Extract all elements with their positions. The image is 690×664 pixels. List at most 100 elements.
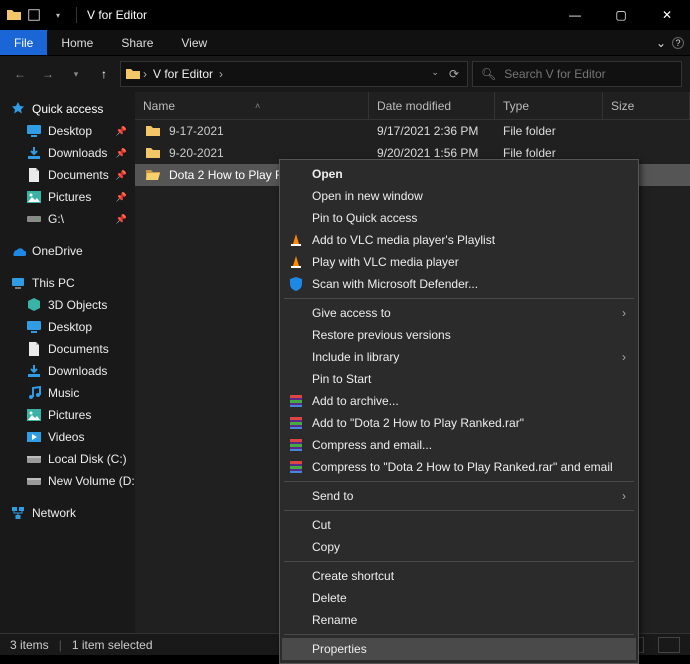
sidebar-network[interactable]: Network bbox=[0, 502, 135, 524]
forward-button[interactable]: → bbox=[36, 62, 60, 86]
context-menu-item[interactable]: Cut bbox=[282, 514, 636, 536]
rar-icon bbox=[288, 437, 304, 453]
search-input[interactable] bbox=[504, 67, 673, 81]
sidebar-item-label: Music bbox=[48, 386, 79, 400]
desktop-icon bbox=[26, 123, 42, 139]
context-menu-item[interactable]: Properties bbox=[282, 638, 636, 660]
column-type[interactable]: Type bbox=[495, 92, 603, 119]
column-modified[interactable]: Date modified bbox=[369, 92, 495, 119]
context-menu-item[interactable]: Delete bbox=[282, 587, 636, 609]
context-menu-item[interactable]: Pin to Start bbox=[282, 368, 636, 390]
picture-icon bbox=[26, 407, 42, 423]
context-menu-item[interactable]: Compress to "Dota 2 How to Play Ranked.r… bbox=[282, 456, 636, 478]
context-menu-item[interactable]: Add to VLC media player's Playlist bbox=[282, 229, 636, 251]
context-menu-label: Add to VLC media player's Playlist bbox=[312, 233, 495, 247]
context-menu-label: Create shortcut bbox=[312, 569, 394, 583]
sidebar-item-label: Network bbox=[32, 506, 76, 520]
qat-dropdown-icon[interactable]: ▾ bbox=[50, 7, 66, 23]
sidebar-item[interactable]: Pictures📌 bbox=[0, 186, 135, 208]
recent-dropdown[interactable]: ▾ bbox=[64, 62, 88, 86]
pin-icon: 📌 bbox=[116, 192, 127, 203]
sidebar-item[interactable]: 3D Objects bbox=[0, 294, 135, 316]
sidebar-item[interactable]: Documents bbox=[0, 338, 135, 360]
context-menu-item[interactable]: Rename bbox=[282, 609, 636, 631]
context-menu-item[interactable]: Send to› bbox=[282, 485, 636, 507]
sidebar-item-label: Pictures bbox=[48, 408, 91, 422]
sidebar-item[interactable]: Music bbox=[0, 382, 135, 404]
sidebar-item-label: OneDrive bbox=[32, 244, 83, 258]
context-menu-label: Send to bbox=[312, 489, 353, 503]
sidebar-quick-access[interactable]: Quick access bbox=[0, 98, 135, 120]
maximize-button[interactable]: ▢ bbox=[598, 0, 644, 30]
file-name: 9-17-2021 bbox=[169, 124, 224, 138]
context-menu-item[interactable]: Give access to› bbox=[282, 302, 636, 324]
music-icon bbox=[26, 385, 42, 401]
sidebar-item[interactable]: G:\📌 bbox=[0, 208, 135, 230]
ribbon-home-tab[interactable]: Home bbox=[47, 30, 107, 55]
address-bar[interactable]: › V for Editor › ⌄ ⟳ bbox=[120, 61, 468, 87]
icons-view-button[interactable] bbox=[658, 637, 680, 653]
sidebar-item-label: 3D Objects bbox=[48, 298, 107, 312]
folder-icon bbox=[145, 167, 161, 183]
refresh-icon[interactable]: ⟳ bbox=[449, 67, 459, 81]
context-menu-item[interactable]: Scan with Microsoft Defender... bbox=[282, 273, 636, 295]
column-size[interactable]: Size bbox=[603, 92, 690, 119]
context-menu-item[interactable]: Open in new window bbox=[282, 185, 636, 207]
sidebar-item[interactable]: New Volume (D:) bbox=[0, 470, 135, 492]
context-menu-item[interactable]: Open bbox=[282, 163, 636, 185]
star-icon bbox=[10, 101, 26, 117]
sidebar-onedrive[interactable]: OneDrive bbox=[0, 240, 135, 262]
column-headers: Name˄ Date modified Type Size bbox=[135, 92, 690, 120]
context-menu-item[interactable]: Include in library› bbox=[282, 346, 636, 368]
qat-properties-icon[interactable] bbox=[26, 7, 42, 23]
address-dropdown-icon[interactable]: ⌄ bbox=[431, 67, 439, 81]
context-menu-item[interactable]: Create shortcut bbox=[282, 565, 636, 587]
sidebar-item[interactable]: Videos bbox=[0, 426, 135, 448]
chevron-right-icon[interactable]: › bbox=[141, 67, 149, 81]
context-menu-label: Copy bbox=[312, 540, 340, 554]
ribbon-expand-button[interactable]: ⌄ ? bbox=[650, 30, 690, 55]
context-menu-label: Properties bbox=[312, 642, 367, 656]
context-menu-label: Pin to Quick access bbox=[312, 211, 417, 225]
search-box[interactable]: 🔍︎ bbox=[472, 61, 682, 87]
context-menu-label: Give access to bbox=[312, 306, 391, 320]
context-menu-item[interactable]: Pin to Quick access bbox=[282, 207, 636, 229]
sidebar-this-pc[interactable]: This PC bbox=[0, 272, 135, 294]
context-menu-item[interactable]: Add to archive... bbox=[282, 390, 636, 412]
breadcrumb[interactable]: V for Editor bbox=[149, 67, 217, 81]
ribbon-share-tab[interactable]: Share bbox=[107, 30, 167, 55]
vlc-icon bbox=[288, 232, 304, 248]
ribbon-view-tab[interactable]: View bbox=[167, 30, 221, 55]
folder-icon bbox=[125, 66, 141, 82]
context-menu-item[interactable]: Copy bbox=[282, 536, 636, 558]
separator bbox=[284, 481, 634, 482]
context-menu-label: Include in library bbox=[312, 350, 399, 364]
ribbon-file-tab[interactable]: File bbox=[0, 30, 47, 55]
pin-icon: 📌 bbox=[116, 126, 127, 137]
status-selected-count: 1 item selected bbox=[72, 638, 153, 652]
disk-icon bbox=[26, 451, 42, 467]
sidebar-item-label: Documents bbox=[48, 342, 109, 356]
sidebar-item[interactable]: Downloads📌 bbox=[0, 142, 135, 164]
sidebar-item-label: Downloads bbox=[48, 146, 107, 160]
sidebar-item[interactable]: Pictures bbox=[0, 404, 135, 426]
context-menu-item[interactable]: Play with VLC media player bbox=[282, 251, 636, 273]
doc-icon bbox=[26, 167, 42, 183]
column-name[interactable]: Name˄ bbox=[135, 92, 369, 119]
sidebar-item[interactable]: Documents📌 bbox=[0, 164, 135, 186]
window-title: V for Editor bbox=[87, 8, 147, 22]
sidebar-item[interactable]: Downloads bbox=[0, 360, 135, 382]
sidebar-item[interactable]: Desktop bbox=[0, 316, 135, 338]
close-button[interactable]: ✕ bbox=[644, 0, 690, 30]
sidebar-item[interactable]: Desktop📌 bbox=[0, 120, 135, 142]
sidebar-item-label: Local Disk (C:) bbox=[48, 452, 127, 466]
sidebar-item[interactable]: Local Disk (C:) bbox=[0, 448, 135, 470]
context-menu-item[interactable]: Restore previous versions bbox=[282, 324, 636, 346]
context-menu-item[interactable]: Compress and email... bbox=[282, 434, 636, 456]
table-row[interactable]: 9-17-20219/17/2021 2:36 PMFile folder bbox=[135, 120, 690, 142]
context-menu-item[interactable]: Add to "Dota 2 How to Play Ranked.rar" bbox=[282, 412, 636, 434]
chevron-right-icon[interactable]: › bbox=[217, 67, 225, 81]
back-button[interactable]: ← bbox=[8, 62, 32, 86]
minimize-button[interactable]: — bbox=[552, 0, 598, 30]
up-button[interactable]: ↑ bbox=[92, 62, 116, 86]
